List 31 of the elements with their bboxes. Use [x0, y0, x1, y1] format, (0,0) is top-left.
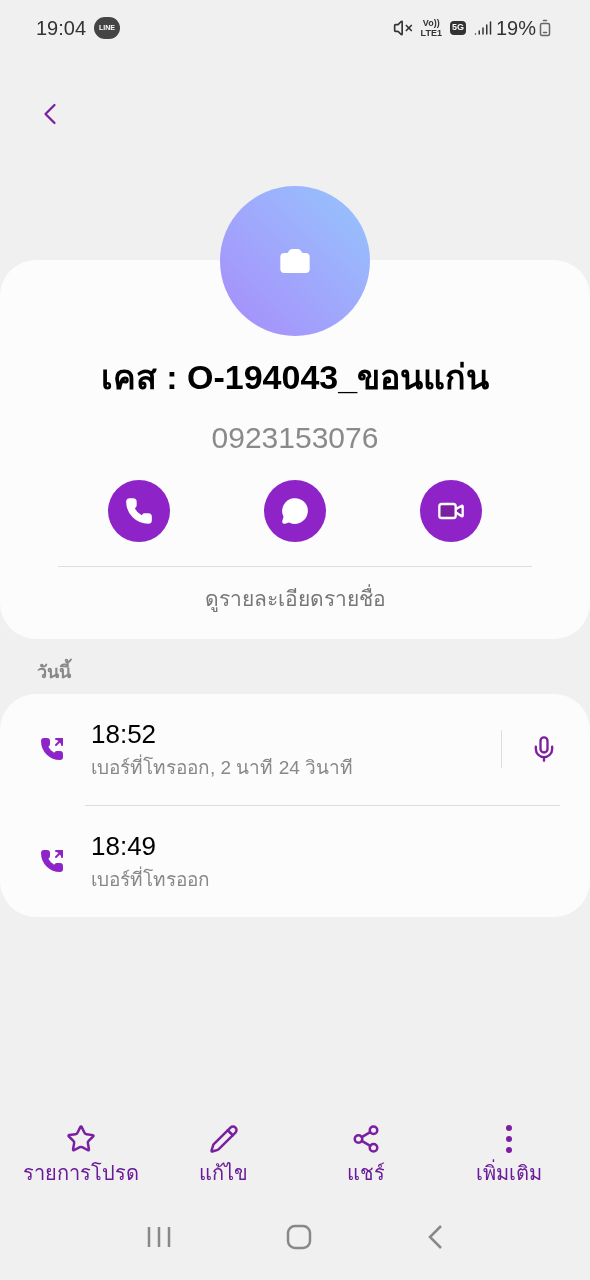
- more-action-button[interactable]: เพิ่มเติม: [437, 1124, 580, 1194]
- clock: 19:04: [36, 16, 87, 41]
- lte-label: LTE1: [420, 28, 442, 38]
- section-label: วันนี้: [37, 658, 590, 686]
- call-time: 18:49: [91, 830, 158, 864]
- volte-label: Vo)): [422, 18, 440, 28]
- chat-bubble-icon: [281, 497, 309, 525]
- battery-percent: 19%: [495, 16, 536, 41]
- call-time: 18:52: [91, 718, 158, 752]
- call-description: เบอร์ที่โทรออก: [91, 866, 562, 895]
- contact-name: เคส : O-194043_ขอนแก่น: [100, 357, 490, 398]
- outgoing-call-icon: [40, 737, 64, 761]
- home-icon[interactable]: [286, 1224, 312, 1250]
- mute-icon: [392, 18, 413, 38]
- view-details-link[interactable]: ดูรายละเอียดรายชื่อ: [204, 583, 386, 615]
- share-action-button[interactable]: แชร์: [295, 1124, 438, 1194]
- signal-icon: [473, 19, 492, 37]
- recent-apps-icon[interactable]: [147, 1225, 172, 1249]
- phone-number: 0923153076: [211, 420, 379, 456]
- call-log-item[interactable]: 18:49 เบอร์ที่โทรออก: [0, 805, 590, 917]
- outgoing-call-icon: [40, 849, 64, 873]
- pencil-icon: [208, 1124, 239, 1154]
- star-icon: [66, 1124, 97, 1154]
- call-log-item[interactable]: 18:52 เบอร์ที่โทรออก, 2 นาที 24 วินาที: [0, 693, 590, 805]
- call-description: เบอร์ที่โทรออก, 2 นาที 24 วินาที: [91, 754, 501, 783]
- more-icon: [505, 1124, 512, 1154]
- phone-icon: [125, 497, 153, 525]
- edit-action-button[interactable]: แก้ไข: [152, 1124, 295, 1194]
- network-badge: 5G: [449, 21, 466, 35]
- back-nav-icon[interactable]: [426, 1224, 443, 1250]
- favorite-action-button[interactable]: รายการโปรด: [10, 1124, 153, 1194]
